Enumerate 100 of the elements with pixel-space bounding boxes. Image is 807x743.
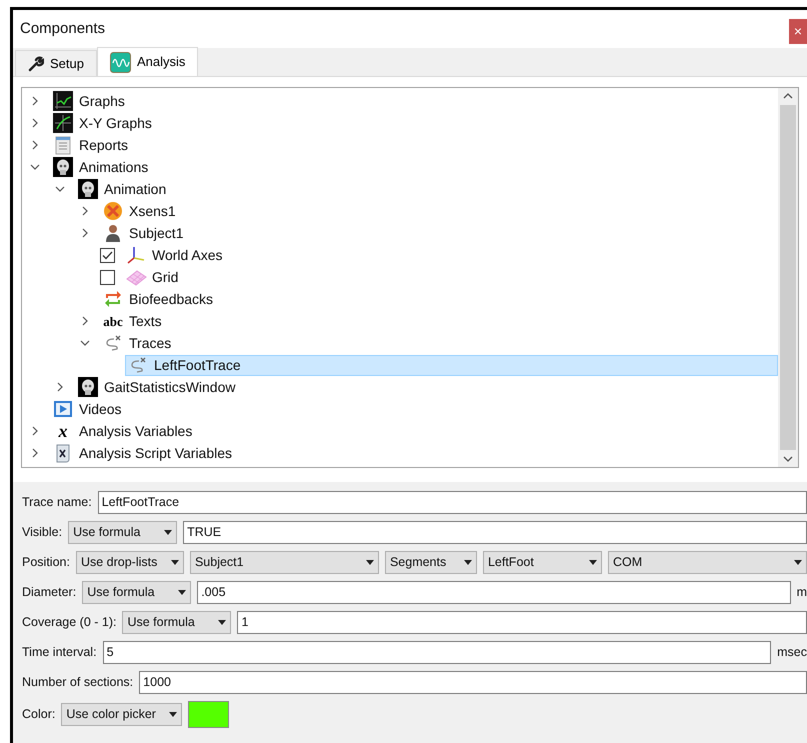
text-field[interactable]: 1 <box>237 610 807 634</box>
dropdown[interactable]: Use drop-lists <box>76 550 184 574</box>
dropdown[interactable]: COM <box>608 550 807 574</box>
axes-icon <box>126 245 146 265</box>
chevron-icon[interactable] <box>80 316 90 326</box>
text-field[interactable]: LeftFootTrace <box>98 490 807 514</box>
graph-icon <box>53 91 73 111</box>
caret-icon <box>794 560 802 564</box>
field-label: Trace name: <box>22 494 92 511</box>
waveform-icon <box>110 52 131 72</box>
tree-item-label: Biofeedbacks <box>129 290 214 308</box>
tree-item[interactable]: Reports <box>50 134 134 156</box>
tree-item-label: Animations <box>79 158 148 176</box>
chevron-icon[interactable] <box>30 448 40 458</box>
text-field[interactable]: 1000 <box>139 670 807 694</box>
window-title: Components <box>20 18 106 39</box>
tree-item[interactable]: GaitStatisticsWindow <box>75 376 240 398</box>
refresh-arrows-icon <box>103 289 123 309</box>
caret-icon <box>164 530 172 534</box>
tree-item-label: Analysis Variables <box>79 422 192 441</box>
dropdown[interactable]: LeftFoot <box>482 550 602 574</box>
field-label: Position: <box>22 554 70 571</box>
scrollbar[interactable] <box>778 88 798 467</box>
field-label: Time interval: <box>22 644 97 661</box>
skull-icon <box>78 179 98 199</box>
dropdown[interactable]: Use color picker <box>61 702 182 726</box>
text-field[interactable]: TRUE <box>183 520 807 544</box>
chevron-icon[interactable] <box>30 426 40 436</box>
checkbox[interactable] <box>100 270 115 284</box>
scrollbar-thumb[interactable] <box>780 105 796 450</box>
tree-item[interactable]: Subject1 <box>100 222 188 244</box>
caret-icon <box>366 560 374 564</box>
tree-item[interactable]: abc Texts <box>100 310 167 332</box>
trace-icon <box>129 356 147 374</box>
chevron-icon[interactable] <box>30 96 40 106</box>
tree-item[interactable]: Videos <box>50 398 127 420</box>
caret-icon <box>169 712 178 716</box>
tree-item-label: Analysis Script Variables <box>79 444 232 463</box>
field-label: Coverage (0 - 1): <box>22 614 116 631</box>
abc-icon: abc <box>103 314 123 328</box>
caret-icon <box>170 560 179 564</box>
tree-item[interactable]: Xsens1 <box>100 200 181 222</box>
xy-graph-icon <box>53 113 73 133</box>
dropdown[interactable]: Use formula <box>82 580 192 604</box>
tree-item[interactable]: Graphs <box>50 90 130 112</box>
tree-item[interactable]: LeftFootTrace <box>125 354 778 376</box>
field-label: Number of sections: <box>22 674 134 691</box>
unit-label: m <box>796 584 807 601</box>
tree-item[interactable]: Animations <box>50 156 154 178</box>
tree-item-label: Graphs <box>79 92 125 111</box>
chevron-icon[interactable] <box>30 140 40 150</box>
chevron-icon[interactable] <box>30 118 40 128</box>
tree-item[interactable]: Traces <box>100 332 176 354</box>
tree-item-label: GaitStatisticsWindow <box>104 378 236 396</box>
scroll-down-icon[interactable] <box>783 456 793 462</box>
chevron-icon[interactable] <box>30 162 40 172</box>
field-label: Visible: <box>22 524 62 541</box>
variable-icon: x <box>53 422 73 440</box>
dropdown[interactable]: Segments <box>384 550 477 574</box>
dropdown[interactable]: Subject1 <box>190 550 379 574</box>
tab[interactable]: Analysis <box>96 47 198 76</box>
chevron-icon[interactable] <box>80 338 90 348</box>
caret-icon <box>588 560 597 564</box>
field-label: Diameter: <box>22 584 76 601</box>
tree-item[interactable]: Animation <box>75 178 172 200</box>
report-icon <box>53 135 73 155</box>
tab[interactable]: Setup <box>15 50 97 76</box>
skull-icon <box>78 377 98 397</box>
tree-item-label: X-Y Graphs <box>79 114 152 133</box>
color-swatch[interactable] <box>188 700 230 728</box>
tree-item[interactable]: X-Y Graphs <box>50 112 157 134</box>
dropdown[interactable]: Use formula <box>68 520 178 544</box>
caret-icon <box>464 560 472 564</box>
video-icon <box>53 399 73 419</box>
tree-item[interactable]: World Axes <box>123 244 228 266</box>
tree-item-label: Reports <box>79 136 128 155</box>
field-label: Color: <box>22 706 56 723</box>
tree-item-label: Grid <box>152 268 178 286</box>
scroll-up-icon[interactable] <box>783 93 793 99</box>
wrench-icon <box>28 56 44 72</box>
checkbox[interactable] <box>100 248 115 262</box>
tree-item-label: World Axes <box>152 246 223 264</box>
close-button[interactable]: × <box>789 18 807 44</box>
tree-item-label: Animation <box>104 180 166 198</box>
tree-item[interactable]: Grid <box>123 266 184 288</box>
caret-icon <box>218 620 226 624</box>
dropdown[interactable]: Use formula <box>122 610 232 634</box>
tree-item-label: Subject1 <box>129 224 184 243</box>
cross-circle-icon <box>103 201 123 221</box>
chevron-icon[interactable] <box>55 184 65 194</box>
tree-item[interactable]: Biofeedbacks <box>100 288 218 310</box>
text-field[interactable]: .005 <box>197 580 791 604</box>
chevron-icon[interactable] <box>80 228 90 238</box>
tree-item[interactable]: x Analysis Variables <box>50 420 198 442</box>
text-field[interactable]: 5 <box>102 640 772 664</box>
chevron-icon[interactable] <box>55 382 65 392</box>
chevron-icon[interactable] <box>80 206 90 216</box>
trace-icon <box>104 334 122 352</box>
tree-item[interactable]: Analysis Script Variables <box>50 442 238 464</box>
unit-label: msec <box>777 644 807 661</box>
